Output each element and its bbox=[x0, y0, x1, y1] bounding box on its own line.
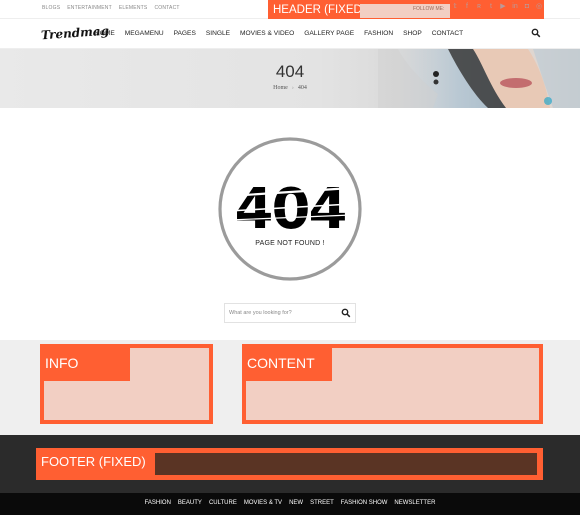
top-links: BLOGS ENTERTAINMENT ELEMENTS CONTACT bbox=[42, 5, 180, 11]
breadcrumb: Home › 404 bbox=[0, 85, 580, 91]
rss-icon[interactable]: ʀ bbox=[475, 3, 483, 11]
nav-item-gallery-page[interactable]: GALLERY PAGE bbox=[304, 30, 354, 37]
follow-label: FOLLOW ME: bbox=[413, 6, 445, 12]
nav-item-megamenu[interactable]: MEGAMENU bbox=[125, 30, 164, 37]
footer-fixed-overlay: FOOTER (FIXED) bbox=[36, 448, 543, 480]
tumblr-icon[interactable]: t bbox=[487, 3, 495, 11]
breadcrumb-current: 404 bbox=[297, 85, 307, 91]
nav-item-movies-video[interactable]: MOVIES & VIDEO bbox=[240, 30, 294, 37]
search-input[interactable] bbox=[229, 307, 337, 319]
info-label: INFO bbox=[44, 348, 130, 381]
error-message: PAGE NOT FOUND ! bbox=[255, 240, 325, 247]
info-overlay-box: INFO bbox=[40, 344, 213, 424]
footer-fixed-label: FOOTER (FIXED) bbox=[41, 454, 146, 469]
breadcrumb-separator-icon: › bbox=[291, 85, 294, 91]
search-icon[interactable] bbox=[531, 28, 541, 38]
nav-item-contact[interactable]: CONTACT bbox=[432, 30, 463, 37]
nav-item-home[interactable]: HOME bbox=[95, 30, 115, 37]
bottom-nav-fashion[interactable]: FASHION bbox=[145, 500, 171, 506]
bottom-nav-culture[interactable]: CULTURE bbox=[209, 500, 237, 506]
bottom-nav-movies-tv[interactable]: MOVIES & TV bbox=[244, 500, 282, 506]
page: BLOGS ENTERTAINMENT ELEMENTS CONTACT HEA… bbox=[0, 0, 580, 515]
nav-item-pages[interactable]: PAGES bbox=[174, 30, 196, 37]
dribbble-icon[interactable]: ◎ bbox=[535, 3, 543, 11]
footer-fixed-fill bbox=[155, 453, 537, 475]
bottom-nav: FASHION BEAUTY CULTURE MOVIES & TV NEW S… bbox=[0, 500, 580, 506]
page-banner: 404 Home › 404 bbox=[0, 49, 580, 108]
nav-item-fashion[interactable]: FASHION bbox=[364, 30, 393, 37]
main-navbar: Trendmag HOME MEGAMENU PAGES SINGLE MOVI… bbox=[0, 19, 580, 49]
bottom-nav-fashion-show[interactable]: FASHION SHOW bbox=[341, 500, 388, 506]
nav-item-single[interactable]: SINGLE bbox=[206, 30, 230, 37]
main-menu: HOME MEGAMENU PAGES SINGLE MOVIES & VIDE… bbox=[95, 30, 463, 37]
bottom-nav-street[interactable]: STREET bbox=[310, 500, 334, 506]
top-link-elements[interactable]: ELEMENTS bbox=[119, 5, 148, 11]
top-link-contact[interactable]: CONTACT bbox=[154, 5, 179, 11]
banner-title: 404 bbox=[275, 62, 305, 81]
top-link-blogs[interactable]: BLOGS bbox=[42, 5, 60, 11]
search-button-icon[interactable] bbox=[341, 308, 351, 318]
breadcrumb-home[interactable]: Home bbox=[273, 85, 288, 91]
bottom-nav-newsletter[interactable]: NEWSLETTER bbox=[394, 500, 435, 506]
youtube-icon[interactable]: ▶ bbox=[499, 3, 507, 11]
nav-item-shop[interactable]: SHOP bbox=[403, 30, 422, 37]
content-label: CONTENT bbox=[246, 348, 332, 381]
bottom-nav-bar: FASHION BEAUTY CULTURE MOVIES & TV NEW S… bbox=[0, 493, 580, 515]
twitter-icon[interactable]: 𝕥 bbox=[451, 3, 459, 11]
bottom-nav-new[interactable]: NEW bbox=[289, 500, 303, 506]
top-link-entertainment[interactable]: ENTERTAINMENT bbox=[67, 5, 112, 11]
search-box bbox=[224, 303, 356, 323]
header-fixed-label: HEADER (FIXED) bbox=[273, 4, 366, 16]
instagram-icon[interactable]: ◘ bbox=[523, 3, 531, 11]
social-icons: 𝕥 f ʀ t ▶ in ◘ ◎ bbox=[451, 3, 543, 11]
error-404-badge: 404 bbox=[218, 137, 362, 281]
linkedin-icon[interactable]: in bbox=[511, 3, 519, 11]
facebook-icon[interactable]: f bbox=[463, 3, 471, 11]
content-overlay-box: CONTENT bbox=[242, 344, 543, 424]
bottom-nav-beauty[interactable]: BEAUTY bbox=[178, 500, 202, 506]
